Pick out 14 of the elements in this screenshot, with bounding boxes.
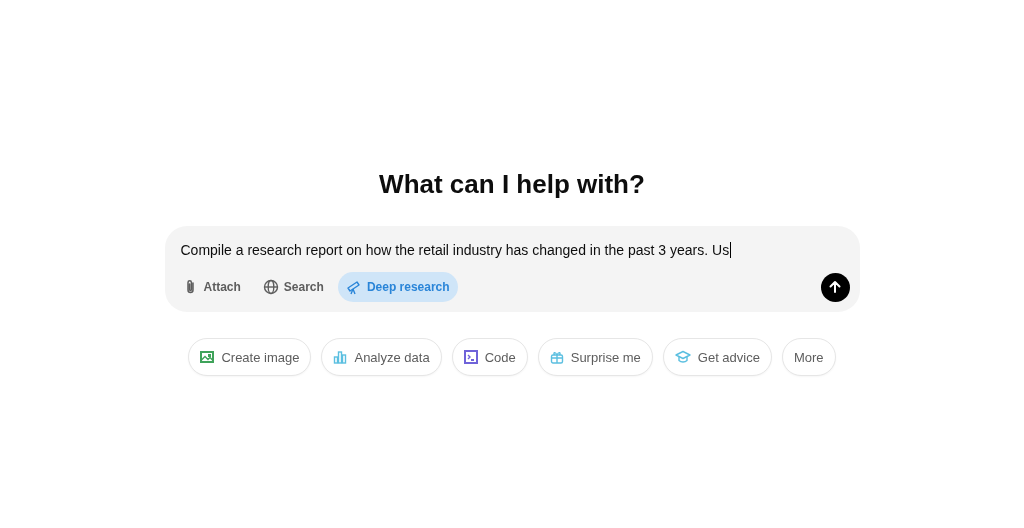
suggestion-chip[interactable]: Get advice bbox=[662, 338, 772, 376]
page-heading: What can I help with? bbox=[379, 168, 645, 201]
telescope-icon bbox=[345, 279, 362, 295]
suggestion-chip[interactable]: Create image bbox=[188, 338, 312, 376]
suggestion-chip[interactable]: Analyze data bbox=[321, 338, 442, 376]
arrow-up-icon bbox=[827, 279, 843, 295]
send-button[interactable] bbox=[820, 272, 850, 302]
globe-icon bbox=[262, 279, 279, 295]
search-button[interactable]: Search bbox=[254, 272, 332, 302]
suggestion-chip[interactable]: Code bbox=[451, 338, 528, 376]
prompt-field[interactable]: Compile a research report on how the retail industry has changed in the past 3 years. Us bbox=[180, 238, 850, 260]
attach-button[interactable]: Attach bbox=[174, 272, 249, 302]
suggestion-chip[interactable]: Surprise me bbox=[537, 338, 653, 376]
suggestion-chip[interactable]: More bbox=[781, 338, 836, 376]
